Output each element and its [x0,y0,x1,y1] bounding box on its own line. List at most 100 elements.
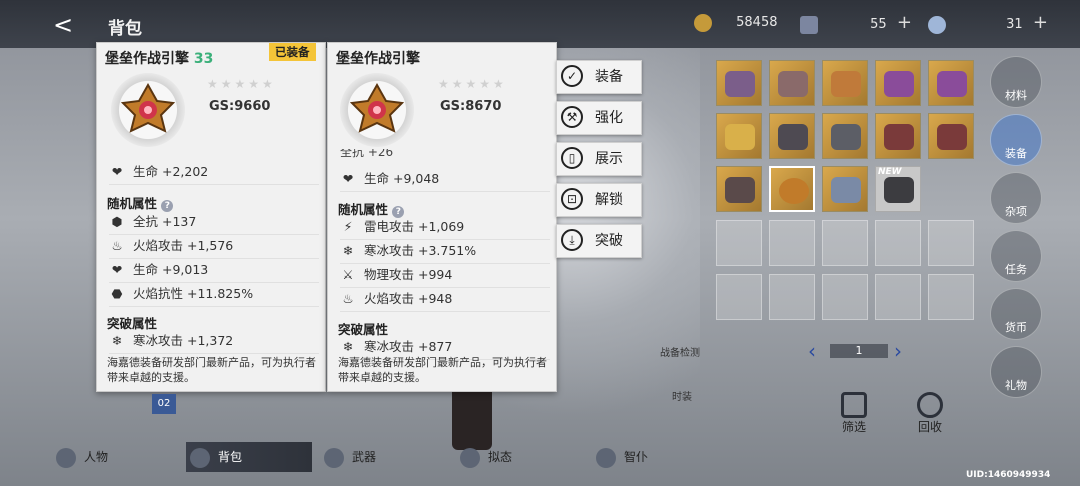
bottom-nav [0,438,1080,476]
equipped-item-card: 堡垒作战引擎 33 已装备 ★★★★★ GS:9660 ❤ 生命 +2,202 随… [96,42,326,392]
display-button[interactable]: ▯ 展示 [556,142,642,176]
download-icon: ⤓ [561,229,583,251]
lightning-icon: ⚡ [343,219,353,234]
rarity-stars: ★★★★★ [207,77,276,91]
empty-slot[interactable] [875,274,921,320]
heart-icon: ❤ [342,171,354,186]
empty-slot[interactable] [716,274,762,320]
stat-row: ❄ 寒冰攻击 +3.751% [340,239,550,264]
stat-row: ♨ 火焰攻击 +1,576 [109,234,319,259]
empty-slot[interactable] [928,274,974,320]
character-icon [56,447,76,468]
stat-row: ⚡ 雷电攻击 +1,069 [340,215,550,240]
snowflake-icon: ❄ [342,243,354,258]
diamond-icon [928,15,946,34]
fashion-label[interactable]: 时装 [672,388,692,403]
nav-servant[interactable]: 智仆 [596,442,648,472]
selected-inventory-slot[interactable] [769,166,815,212]
item-description: 海嘉德装备研发部门最新产品，可为执行者带来卓越的支援。 [107,356,316,384]
inventory-slot[interactable] [716,166,762,212]
level-badge: 02 [152,394,176,414]
inventory-slot[interactable] [716,60,762,106]
item-name: 堡垒作战引擎 [336,51,420,67]
nav-task[interactable]: 任务 [990,230,1042,282]
snowflake-icon: ❄ [111,333,123,348]
heart-icon: ❤ [111,262,123,277]
rarity-stars: ★★★★★ [438,77,507,91]
back-button[interactable]: < [48,10,78,40]
page-indicator: 1 [830,344,888,358]
empty-slot[interactable] [716,220,762,266]
empty-slot[interactable] [822,220,868,266]
scrolled-stat-row: 全抗 +26 [340,149,394,159]
battle-check-label[interactable]: 战备检测 [660,344,700,359]
empty-slot[interactable] [822,274,868,320]
backpack-icon [190,447,210,468]
nav-equipment[interactable]: 装备 [990,114,1042,166]
new-badge: NEW [878,167,902,177]
inventory-slot[interactable] [928,60,974,106]
flame-icon: ♨ [111,238,123,253]
display-icon: ▯ [561,147,583,169]
uid-label: UID:1460949934 [966,470,1051,480]
empty-slot[interactable] [769,220,815,266]
coin-currency: 58458 [694,11,778,35]
add-diamond-button[interactable]: + [1033,12,1048,33]
nav-gift[interactable]: 礼物 [990,346,1042,398]
nav-character[interactable]: 人物 [56,442,108,472]
stat-row: ❄ 寒冰攻击 +1,372 [109,329,319,354]
inventory-slot[interactable] [716,113,762,159]
sword-icon: ⚔ [342,267,354,282]
inventory-slot[interactable] [822,113,868,159]
nav-weapon[interactable]: 武器 [324,442,376,472]
item-name: 堡垒作战引擎 [105,51,189,67]
empty-slot[interactable] [769,274,815,320]
gear-score: GS:8670 [440,99,502,114]
inventory-grid: NEW [716,60,982,340]
recycle-button[interactable]: 回收 [910,392,950,435]
inventory-slot[interactable] [875,60,921,106]
inventory-slot[interactable] [875,113,921,159]
fire-resist-icon: ⬣ [111,286,123,301]
empty-slot[interactable] [875,220,921,266]
engine-gear-icon [340,73,414,147]
page-title: 背包 [108,19,142,39]
nav-backpack-active[interactable]: 背包 [186,442,312,472]
crystal-currency: 55 + [800,11,912,35]
servant-icon [596,447,616,468]
nav-currency[interactable]: 货币 [990,288,1042,340]
nav-mimic[interactable]: 拟态 [460,442,512,472]
recycle-icon [917,392,943,418]
flame-icon: ♨ [342,291,354,306]
empty-slot[interactable] [928,220,974,266]
enhance-button[interactable]: ⚒ 强化 [556,101,642,135]
coin-icon [694,13,712,32]
nav-materials[interactable]: 材料 [990,56,1042,108]
equipped-badge: 已装备 [269,43,316,61]
next-page-button[interactable]: › [894,341,902,361]
item-description: 海嘉德装备研发部门最新产品，可为执行者带来卓越的支援。 [338,356,547,384]
filter-button[interactable]: 筛选 [834,392,874,435]
inventory-slot[interactable]: NEW [875,166,921,212]
base-stat-row: ❤ 生命 +9,048 [340,167,550,192]
gear-score: GS:9660 [209,99,271,114]
unlock-button[interactable]: ⊡ 解锁 [556,183,642,217]
inventory-slot[interactable] [769,113,815,159]
check-icon: ✓ [561,65,583,87]
selected-item-card: 堡垒作战引擎 ★★★★★ GS:8670 全抗 +26 ❤ 生命 +9,048 随… [327,42,557,392]
inventory-slot[interactable] [822,166,868,212]
nav-misc[interactable]: 杂项 [990,172,1042,224]
equip-button[interactable]: ✓ 装备 [556,60,642,94]
inventory-slot[interactable] [822,60,868,106]
inventory-slot[interactable] [928,113,974,159]
add-crystal-button[interactable]: + [897,12,912,33]
stat-row: ❤ 生命 +9,013 [109,258,319,283]
breakthrough-button[interactable]: ⤓ 突破 [556,224,642,258]
shield-icon: ⬢ [111,214,123,229]
wrench-icon: ⚒ [561,106,583,128]
mimic-icon [460,447,480,468]
stat-row: ⚔ 物理攻击 +994 [340,263,550,288]
diamond-currency: 31 + [928,11,1048,35]
inventory-slot[interactable] [769,60,815,106]
prev-page-button[interactable]: ‹ [808,341,816,361]
